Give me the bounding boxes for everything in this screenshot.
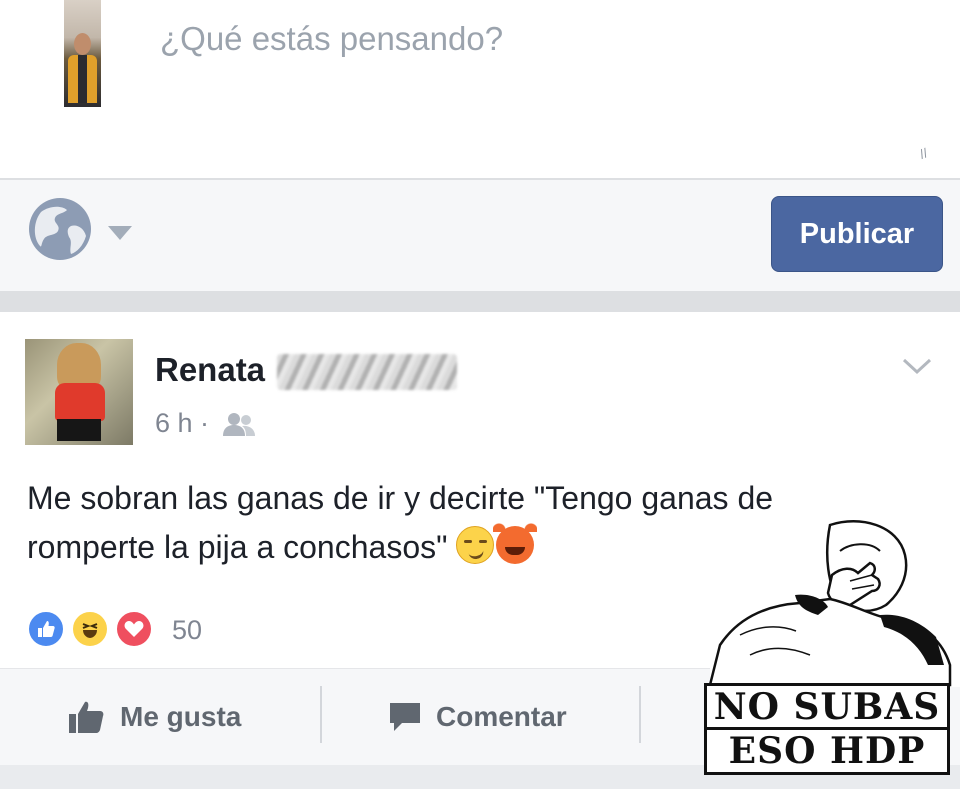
privacy-dropdown-icon[interactable]	[108, 226, 132, 240]
post-timestamp[interactable]: 6 h ·	[155, 408, 209, 439]
reaction-count[interactable]: 50	[172, 615, 202, 646]
like-reaction-icon	[27, 610, 65, 648]
like-label: Me gusta	[120, 701, 242, 732]
resize-grip-icon: //	[917, 145, 930, 162]
comment-button[interactable]: Comentar	[388, 669, 567, 765]
globe-icon[interactable]	[27, 196, 93, 262]
author-avatar[interactable]	[25, 339, 133, 445]
post-options-chevron-icon[interactable]	[902, 356, 932, 376]
composer-avatar	[64, 0, 101, 107]
devil-emoji-icon	[493, 520, 538, 564]
meme-caption-bottom: ESO HDP	[704, 727, 950, 775]
status-input[interactable]: ¿Qué estás pensando?	[160, 20, 503, 58]
smirk-emoji-icon	[456, 526, 495, 564]
feed-divider	[0, 291, 960, 312]
publish-button[interactable]: Publicar	[771, 196, 943, 272]
post-message: Me sobran las ganas de ir y decirte "Ten…	[27, 480, 774, 565]
friends-audience-icon	[223, 413, 255, 436]
love-reaction-icon	[115, 610, 153, 648]
like-button[interactable]: Me gusta	[68, 669, 241, 765]
thumbs-up-icon	[69, 701, 104, 733]
action-separator	[320, 686, 322, 743]
post-composer: ¿Qué estás pensando? //	[0, 0, 960, 178]
haha-reaction-icon	[71, 610, 109, 648]
meme-caption-top: NO SUBAS	[704, 683, 950, 731]
blurred-surname	[277, 354, 457, 390]
comment-label: Comentar	[436, 701, 567, 732]
author-name[interactable]: Renata	[155, 351, 265, 389]
comment-icon	[390, 703, 420, 731]
action-separator	[639, 686, 641, 743]
